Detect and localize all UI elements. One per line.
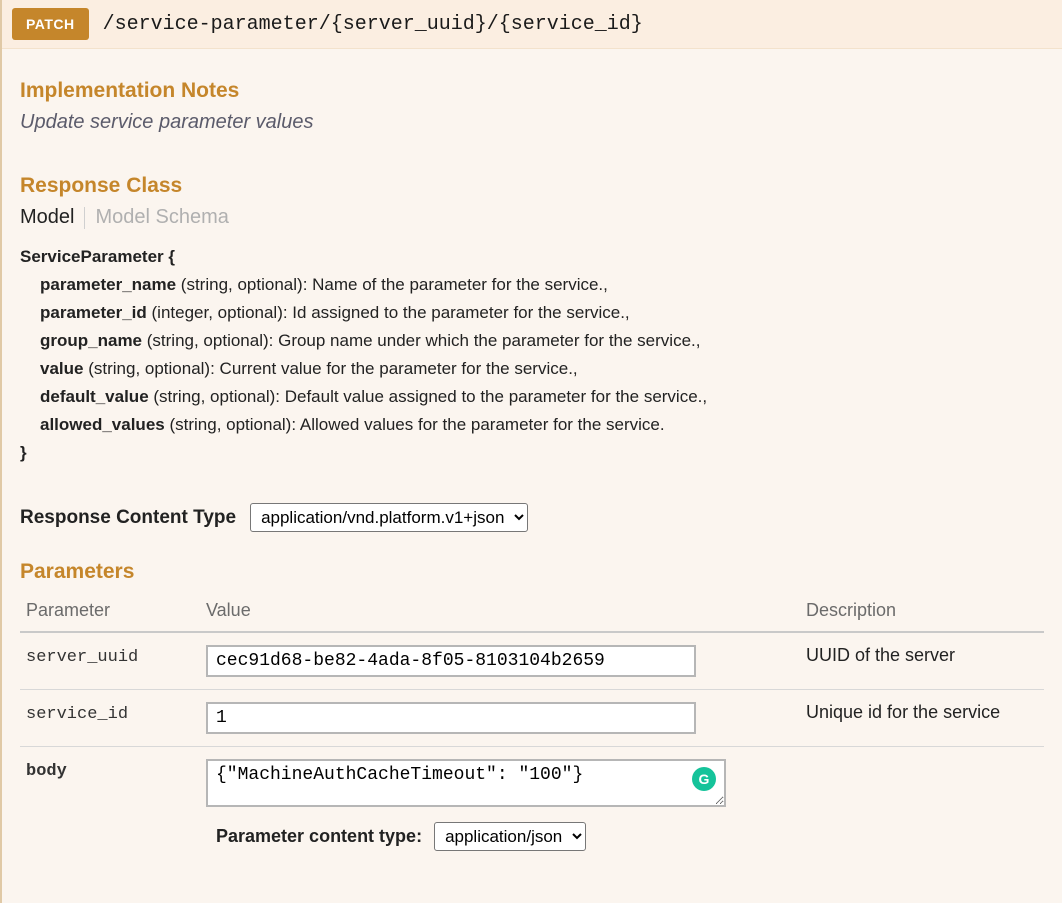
prop-rest: (string, optional): Default value assign… <box>149 387 707 406</box>
prop-name: allowed_values <box>40 415 165 434</box>
prop-name: group_name <box>40 331 142 350</box>
param-content-type-select[interactable]: application/json <box>434 822 586 851</box>
http-method-badge: PATCH <box>12 8 89 40</box>
param-content-type-label: Parameter content type: <box>216 826 422 847</box>
tab-model-schema[interactable]: Model Schema <box>95 206 238 229</box>
model-prop: parameter_name (string, optional): Name … <box>40 271 1044 299</box>
col-header-description: Description <box>800 592 1044 632</box>
prop-rest: (integer, optional): Id assigned to the … <box>147 303 630 322</box>
param-row: body G Parameter content type: applicati… <box>20 747 1044 864</box>
implementation-notes-title: Implementation Notes <box>20 79 1044 103</box>
prop-rest: (string, optional): Current value for th… <box>83 359 577 378</box>
operation-body: Implementation Notes Update service para… <box>2 49 1062 903</box>
prop-name: parameter_id <box>40 303 147 322</box>
implementation-notes-text: Update service parameter values <box>20 111 1044 134</box>
prop-rest: (string, optional): Group name under whi… <box>142 331 700 350</box>
api-operation-panel: PATCH /service-parameter/{server_uuid}/{… <box>0 0 1062 903</box>
model-definition: ServiceParameter { parameter_name (strin… <box>20 243 1044 467</box>
response-class-title: Response Class <box>20 174 1044 198</box>
body-textarea[interactable] <box>206 759 726 807</box>
model-prop: value (string, optional): Current value … <box>40 355 1044 383</box>
response-class-tabs: Model Model Schema <box>20 206 1044 229</box>
param-content-type-row: Parameter content type: application/json <box>206 822 794 851</box>
param-name: service_id <box>26 705 128 724</box>
service-id-input[interactable] <box>206 702 696 734</box>
param-description: UUID of the server <box>806 645 955 665</box>
endpoint-path: /service-parameter/{server_uuid}/{servic… <box>103 13 643 36</box>
prop-name: parameter_name <box>40 275 176 294</box>
param-name: body <box>26 762 67 781</box>
tab-model[interactable]: Model <box>20 206 84 229</box>
response-content-type-select[interactable]: application/vnd.platform.v1+json <box>250 503 528 532</box>
prop-name: default_value <box>40 387 149 406</box>
col-header-value: Value <box>200 592 800 632</box>
prop-name: value <box>40 359 83 378</box>
model-prop: allowed_values (string, optional): Allow… <box>40 411 1044 439</box>
param-description: Unique id for the service <box>806 702 1000 722</box>
param-row: service_id Unique id for the service <box>20 690 1044 747</box>
server-uuid-input[interactable] <box>206 645 696 677</box>
prop-rest: (string, optional): Name of the paramete… <box>176 275 608 294</box>
tab-divider <box>84 207 85 229</box>
param-name: server_uuid <box>26 648 138 667</box>
prop-rest: (string, optional): Allowed values for t… <box>165 415 665 434</box>
model-prop: group_name (string, optional): Group nam… <box>40 327 1044 355</box>
operation-header[interactable]: PATCH /service-parameter/{server_uuid}/{… <box>2 0 1062 49</box>
model-struct-open: ServiceParameter { <box>20 243 1044 271</box>
model-properties: parameter_name (string, optional): Name … <box>20 271 1044 439</box>
parameters-title: Parameters <box>20 560 1044 584</box>
col-header-parameter: Parameter <box>20 592 200 632</box>
param-row: server_uuid UUID of the server <box>20 632 1044 690</box>
parameters-table: Parameter Value Description server_uuid … <box>20 592 1044 863</box>
response-content-type-row: Response Content Type application/vnd.pl… <box>20 503 1044 532</box>
model-prop: default_value (string, optional): Defaul… <box>40 383 1044 411</box>
response-content-type-label: Response Content Type <box>20 507 236 529</box>
model-struct-close: } <box>20 439 1044 467</box>
model-prop: parameter_id (integer, optional): Id ass… <box>40 299 1044 327</box>
